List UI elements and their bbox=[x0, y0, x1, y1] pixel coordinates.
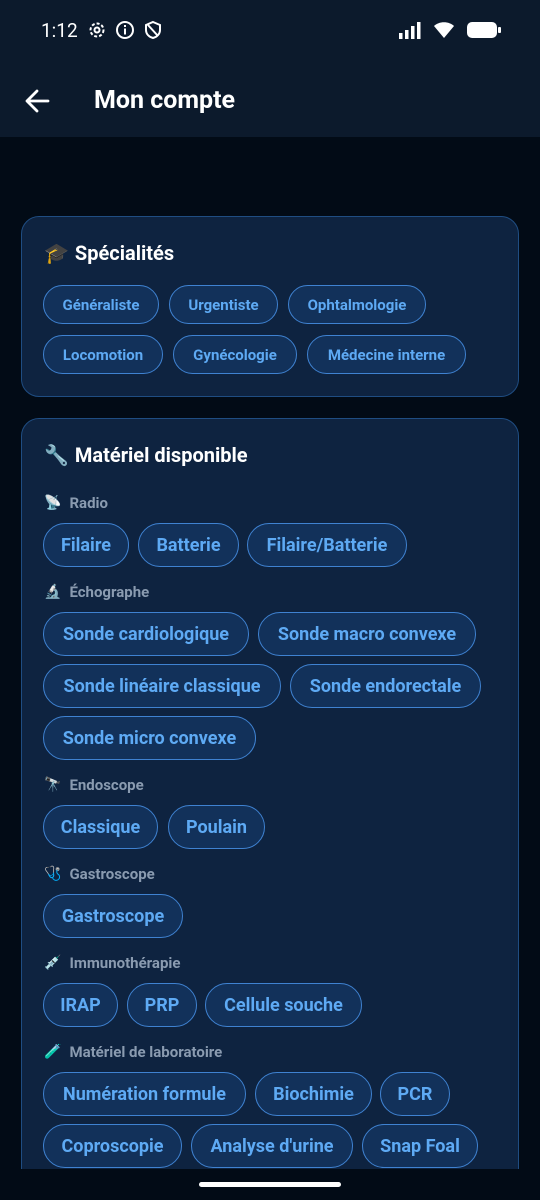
graduation-cap-icon: 🎓 bbox=[44, 241, 69, 265]
specialites-title: 🎓 Spécialités bbox=[44, 241, 174, 265]
group-echographe-label: 🔬 Échographe bbox=[44, 583, 150, 601]
chip-classique[interactable]: Classique bbox=[43, 805, 158, 849]
group-gastroscope-label: 🩺 Gastroscope bbox=[44, 865, 155, 883]
battery-icon bbox=[467, 22, 501, 38]
chip-coproscopie[interactable]: Coproscopie bbox=[43, 1124, 182, 1168]
status-time: 1:12 bbox=[41, 19, 78, 42]
content-scroll[interactable]: 🎓 Spécialités Généraliste Urgentiste Oph… bbox=[0, 137, 540, 1169]
chip-sonde-lineaire-classique[interactable]: Sonde linéaire classique bbox=[43, 664, 281, 708]
page-title: Mon compte bbox=[94, 86, 236, 115]
chip-urgentiste[interactable]: Urgentiste bbox=[169, 285, 278, 324]
wifi-icon bbox=[434, 22, 454, 38]
app-bar: Mon compte bbox=[0, 64, 540, 137]
chip-poulain[interactable]: Poulain bbox=[168, 805, 265, 849]
shield-icon bbox=[145, 20, 161, 40]
info-icon bbox=[116, 21, 134, 39]
chip-gastroscope[interactable]: Gastroscope bbox=[43, 894, 183, 938]
chip-analyse-urine[interactable]: Analyse d'urine bbox=[191, 1124, 353, 1168]
group-radio-label: 📡 Radio bbox=[44, 494, 108, 512]
chip-irap[interactable]: IRAP bbox=[43, 983, 118, 1027]
group-laboratoire-label: 🧪 Matériel de laboratoire bbox=[44, 1043, 223, 1061]
navigation-bar bbox=[0, 1169, 540, 1200]
chip-sonde-micro-convexe[interactable]: Sonde micro convexe bbox=[43, 716, 256, 760]
syringe-icon: 💉 bbox=[44, 955, 62, 971]
satellite-dish-icon: 📡 bbox=[44, 495, 62, 511]
materiel-title-text: Matériel disponible bbox=[74, 443, 248, 467]
settings-icon bbox=[89, 22, 105, 38]
arrow-left-icon bbox=[25, 89, 50, 113]
chip-sonde-endorectale[interactable]: Sonde endorectale bbox=[290, 664, 481, 708]
materiel-card: 🔧 Matériel disponible 📡 Radio Filaire Ba… bbox=[21, 418, 519, 1169]
chip-prp[interactable]: PRP bbox=[127, 983, 197, 1027]
group-endoscope-label: 🔭 Endoscope bbox=[44, 776, 144, 794]
chip-locomotion[interactable]: Locomotion bbox=[43, 335, 163, 374]
specialites-title-text: Spécialités bbox=[74, 241, 175, 265]
chip-pcr[interactable]: PCR bbox=[380, 1072, 450, 1116]
gesture-handle[interactable] bbox=[199, 1182, 341, 1187]
chip-batterie[interactable]: Batterie bbox=[138, 523, 239, 567]
chip-snap-foal[interactable]: Snap Foal bbox=[362, 1124, 478, 1168]
specialites-card: 🎓 Spécialités Généraliste Urgentiste Oph… bbox=[21, 216, 519, 397]
group-immunotherapie-label: 💉 Immunothérapie bbox=[44, 954, 181, 972]
chip-sonde-macro-convexe[interactable]: Sonde macro convexe bbox=[258, 612, 476, 656]
test-tube-icon: 🧪 bbox=[44, 1044, 62, 1060]
chip-generaliste[interactable]: Généraliste bbox=[43, 285, 159, 324]
chip-cellule-souche[interactable]: Cellule souche bbox=[205, 983, 362, 1027]
telescope-icon: 🔭 bbox=[44, 777, 62, 793]
materiel-title: 🔧 Matériel disponible bbox=[44, 443, 248, 467]
chip-filaire-batterie[interactable]: Filaire/Batterie bbox=[247, 523, 407, 567]
chip-numeration-formule[interactable]: Numération formule bbox=[43, 1072, 246, 1116]
status-bar: 1:12 bbox=[0, 0, 540, 64]
chip-gynecologie[interactable]: Gynécologie bbox=[173, 335, 297, 374]
chip-sonde-cardiologique[interactable]: Sonde cardiologique bbox=[43, 612, 249, 656]
chip-ophtalmologie[interactable]: Ophtalmologie bbox=[288, 285, 426, 324]
stethoscope-icon: 🩺 bbox=[44, 866, 62, 882]
chip-filaire[interactable]: Filaire bbox=[43, 523, 129, 567]
wrench-icon: 🔧 bbox=[44, 443, 69, 467]
chip-medecine-interne[interactable]: Médecine interne bbox=[307, 335, 466, 374]
signal-icon bbox=[399, 22, 421, 39]
back-button[interactable] bbox=[20, 84, 54, 118]
chip-biochimie[interactable]: Biochimie bbox=[255, 1072, 372, 1116]
microscope-icon: 🔬 bbox=[44, 584, 62, 600]
